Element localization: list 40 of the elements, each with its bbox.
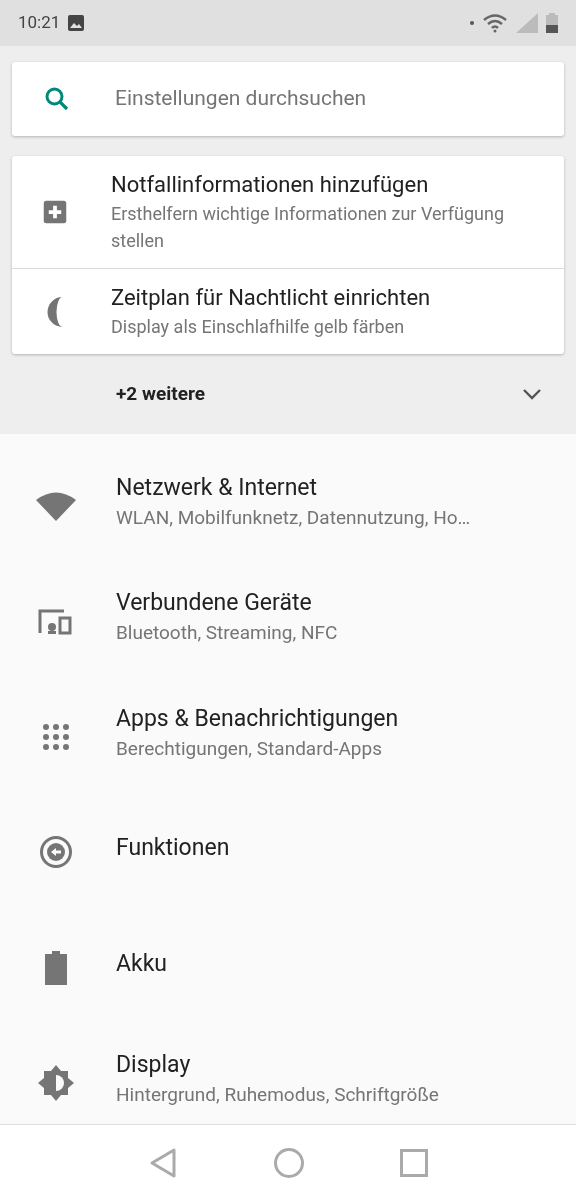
wifi-icon [36, 490, 76, 521]
suggestion-item[interactable]: Zeitplan für Nachtlicht einrichten Display als Einschlafhilfe gelb färben [12, 268, 564, 354]
brightness-icon [38, 1065, 74, 1102]
moon-icon [46, 296, 63, 327]
dot-icon [470, 21, 474, 25]
settings-item[interactable]: Funktionen [0, 794, 576, 910]
devices-icon [38, 607, 74, 636]
suggestion-subtitle: Display als Einschlafhilfe gelb färben [111, 315, 406, 339]
search-field[interactable]: Einstellungen durchsuchen [115, 83, 564, 115]
settings-subtitle: Hintergrund, Ruhemodus, Schriftgröße [116, 1082, 440, 1109]
suggestion-title: Zeitplan für Nachtlicht einrichten [111, 284, 432, 312]
settings-item[interactable]: Apps & Benachrichtigungen Berechtigungen, Standard-Apps [0, 679, 576, 795]
signal-icon [516, 13, 538, 33]
settings-subtitle: Bluetooth, Streaming, NFC [116, 620, 339, 647]
settings-title: Akku [116, 948, 168, 979]
settings-title: Apps & Benachrichtigungen [116, 703, 400, 734]
image-icon [68, 15, 85, 31]
settings-subtitle: WLAN, Mobilfunknetz, Datennutzung, Ho… [116, 504, 472, 531]
settings-item[interactable]: Netzwerk & Internet WLAN, Mobilfunknetz, Datennutzung, Ho… [0, 448, 576, 564]
settings-title: Netzwerk & Internet [116, 472, 319, 503]
suggestion-item[interactable]: Notfallinformationen hinzufügen Ersthelfern wichtige Informationen zur Verfügung stellen [12, 156, 564, 268]
more-suggestions-button[interactable]: +2 weitere [0, 354, 576, 434]
settings-item[interactable]: Display Hintergrund, Ruhemodus, Schriftgröße [0, 1025, 576, 1124]
settings-item[interactable]: Akku [0, 910, 576, 1026]
settings-item[interactable]: Verbundene Geräte Bluetooth, Streaming, NFC [0, 563, 576, 679]
settings-title: Funktionen [116, 833, 231, 864]
suggestion-title: Notfallinformationen hinzufügen [111, 171, 430, 199]
chevron-icon [522, 388, 542, 400]
suggestion-subtitle: Ersthelfern wichtige Informationen zur Verfügung stellen [111, 202, 506, 253]
apps-grid-icon [42, 722, 70, 751]
settings-subtitle: Berechtigungen, Standard-Apps [116, 735, 383, 762]
search-bar[interactable]: Einstellungen durchsuchen [12, 62, 564, 136]
wifi-icon [482, 13, 508, 33]
settings-title: Display [116, 1050, 192, 1081]
battery-icon [45, 950, 67, 985]
recents-icon[interactable] [400, 1148, 429, 1177]
home-icon[interactable] [273, 1146, 305, 1179]
clock: 10:21 [18, 11, 61, 35]
battery-icon [546, 13, 558, 33]
settings-title: Verbundene Geräte [116, 588, 313, 619]
